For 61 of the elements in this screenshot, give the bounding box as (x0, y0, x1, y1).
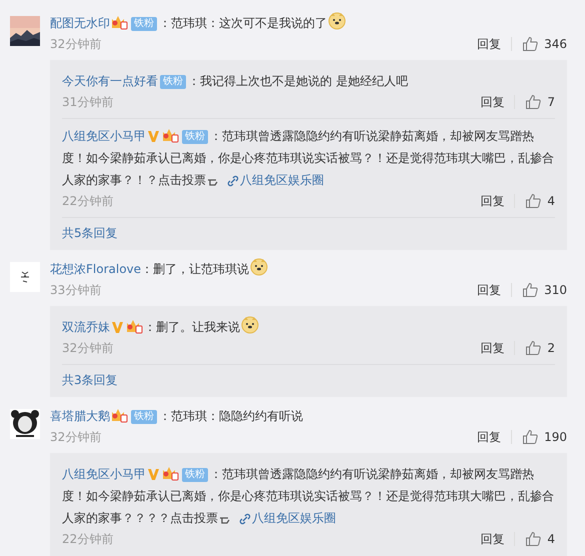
crown-badge-icon (126, 318, 143, 334)
thumbs-up-icon (525, 531, 542, 547)
username-link[interactable]: 配图无水印 (50, 16, 110, 30)
thumbs-up-icon (522, 282, 538, 298)
like-button[interactable]: 190 (512, 427, 567, 447)
crown-badge-icon (111, 14, 128, 30)
username-link[interactable]: 花想浓Floralove (50, 262, 142, 276)
comment-text: 双流乔妹 ：删了。让我来说 (62, 316, 555, 338)
like-button[interactable]: 346 (512, 34, 567, 54)
like-button[interactable]: 7 (515, 92, 555, 112)
thumbs-up-icon (522, 429, 538, 445)
topic-link[interactable]: 八组免区娱乐圈 (252, 511, 336, 525)
username-link[interactable]: 喜塔腊大鹅 (50, 409, 110, 423)
reply-button[interactable]: 回复 (470, 92, 514, 112)
comment-text: 八组免区小马甲 铁粉 ：范玮琪曾透露隐隐约约有听说梁静茹离婚，却被网友骂蹭热度！如今梁静茹承认已离婚，你是心疼范玮琪说实话被骂？！还是觉得范玮琪大嘴巴，乱掺合人家的家事？？？？点击投票 八组免区娱乐圈 (62, 464, 555, 527)
crown-badge-icon (111, 407, 128, 423)
link-icon (226, 175, 239, 187)
timestamp: 22分钟前 (62, 531, 114, 548)
reply-button[interactable]: 回复 (467, 280, 512, 300)
comment-text: 八组免区小马甲 铁粉 ：范玮琪曾透露隐隐约约有听说梁静茹离婚，却被网友骂蹭热度！如今梁静茹承认已离婚，你是心疼范玮琪说实话被骂？！还是觉得范玮琪大嘴巴，乱掺合人家的家事？！？点击投票 八组免区娱乐圈 (62, 126, 555, 189)
more-replies-link[interactable]: 共3条回复 (62, 365, 118, 393)
thumbs-up-icon (525, 193, 542, 209)
timestamp: 22分钟前 (62, 193, 114, 210)
fan-badge: 铁粉 (182, 130, 208, 144)
timestamp: 32分钟前 (50, 36, 102, 53)
username-link[interactable]: 双流乔妹 (62, 320, 110, 334)
comment-text: 花想浓Floralove：删了，让范玮琪说 (50, 258, 567, 280)
crown-badge-icon (162, 465, 179, 481)
like-button[interactable]: 4 (515, 529, 555, 549)
thumbs-up-icon (522, 36, 538, 52)
username-link[interactable]: 八组免区小马甲 (62, 467, 146, 481)
reply-button[interactable]: 回复 (467, 34, 512, 54)
reply-button[interactable]: 回复 (470, 191, 514, 211)
verified-icon (147, 129, 160, 143)
like-button[interactable]: 2 (515, 338, 555, 358)
more-replies-link[interactable]: 共5条回复 (62, 218, 118, 246)
like-button[interactable]: 310 (512, 280, 567, 300)
topic-link[interactable]: 八组免区娱乐圈 (240, 173, 324, 187)
timestamp: 33分钟前 (50, 282, 102, 299)
thumbs-up-icon (525, 94, 542, 110)
reply-button[interactable]: 回复 (467, 427, 512, 447)
crown-badge-icon (162, 127, 179, 143)
username-link[interactable]: 今天你有一点好看 (62, 74, 158, 88)
fan-badge: 铁粉 (182, 468, 208, 482)
comment-text: 今天你有一点好看 铁粉 ：我记得上次也不是她说的 是她经纪人吧 (62, 73, 409, 91)
timestamp: 32分钟前 (62, 340, 114, 357)
verified-icon (111, 320, 124, 334)
like-button[interactable]: 4 (515, 191, 555, 211)
timestamp: 32分钟前 (50, 429, 102, 446)
timestamp: 31分钟前 (62, 94, 114, 111)
link-icon (238, 513, 251, 525)
comment-text: 喜塔腊大鹅 铁粉 ：范玮琪：隐隐约约有听说 (50, 406, 304, 426)
username-link[interactable]: 八组免区小马甲 (62, 129, 146, 143)
fan-badge: 铁粉 (131, 410, 157, 424)
comment-text: 配图无水印 铁粉 ：范玮琪：这次可不是我说的了 (50, 12, 567, 34)
fan-badge: 铁粉 (131, 17, 157, 31)
fan-badge: 铁粉 (160, 75, 186, 89)
verified-icon (147, 467, 160, 481)
thumbs-up-icon (525, 340, 542, 356)
reply-button[interactable]: 回复 (470, 529, 514, 549)
reply-button[interactable]: 回复 (470, 338, 514, 358)
